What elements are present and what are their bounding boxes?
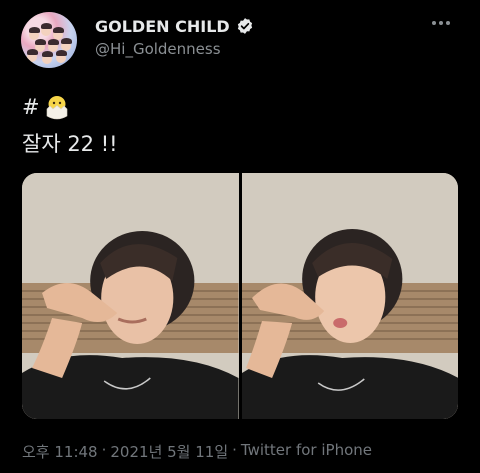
hashtag-symbol: #: [22, 95, 40, 119]
profile-avatar[interactable]: [21, 12, 77, 68]
author-handle[interactable]: @Hi_Goldenness: [95, 40, 221, 58]
tweet-metadata: 오후 11:48 · 2021년 5월 11일 · Twitter for iP…: [22, 441, 372, 462]
selfie-photo-right: [241, 173, 458, 419]
tweet-source[interactable]: Twitter for iPhone: [241, 441, 372, 462]
separator: ·: [232, 441, 237, 459]
media-grid: [22, 173, 458, 419]
tweet-text: 잘자 22 !!: [22, 132, 118, 156]
verified-badge-icon: [237, 18, 252, 34]
more-options-icon[interactable]: [428, 16, 454, 30]
tweet-photo[interactable]: [22, 173, 239, 419]
selfie-photo-left: [22, 173, 239, 419]
tweet-time[interactable]: 오후 11:48: [22, 441, 98, 462]
separator: ·: [101, 441, 107, 459]
hashtag-row: #: [22, 93, 70, 121]
author-name[interactable]: GOLDEN CHILD: [95, 17, 230, 36]
tweet-photo[interactable]: [241, 173, 458, 419]
author-name-row: GOLDEN CHILD: [95, 15, 254, 37]
hatching-chick-emoji-icon: [46, 96, 67, 120]
tweet-date[interactable]: 2021년 5월 11일: [110, 441, 228, 462]
